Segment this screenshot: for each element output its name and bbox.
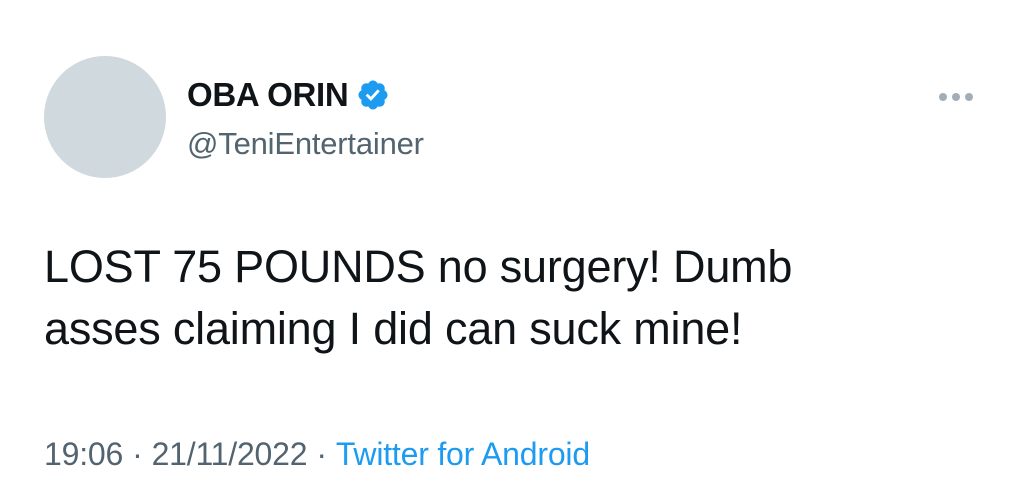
tweet-time[interactable]: 19:06 [44, 436, 123, 472]
tweet-text-line: LOST 75 POUNDS no surgery! Dumb [44, 241, 793, 292]
user-info: OBA ORIN @TeniEntertainer [187, 74, 424, 162]
tweet-date[interactable]: 21/11/2022 [152, 436, 308, 472]
more-options-button[interactable] [926, 82, 986, 112]
display-name[interactable]: OBA ORIN [187, 76, 349, 114]
tweet-card: OBA ORIN @TeniEntertainer LOST 75 POUNDS… [0, 0, 1024, 477]
name-row: OBA ORIN [187, 74, 424, 116]
more-options-icon [939, 93, 947, 101]
tweet-text-line: asses claiming I did can suck mine! [44, 303, 743, 354]
verified-badge-icon [356, 78, 390, 112]
meta-separator: · [316, 436, 327, 472]
meta-separator: · [132, 436, 143, 472]
more-options-icon-dot [965, 93, 973, 101]
more-options-icon-dot [952, 93, 960, 101]
user-handle[interactable]: @TeniEntertainer [187, 126, 424, 162]
avatar[interactable] [44, 56, 166, 178]
tweet-text: LOST 75 POUNDS no surgery! Dumb asses cl… [44, 236, 964, 360]
tweet-source-link[interactable]: Twitter for Android [336, 436, 590, 472]
tweet-meta: 19:06 · 21/11/2022 · Twitter for Android [44, 436, 590, 473]
